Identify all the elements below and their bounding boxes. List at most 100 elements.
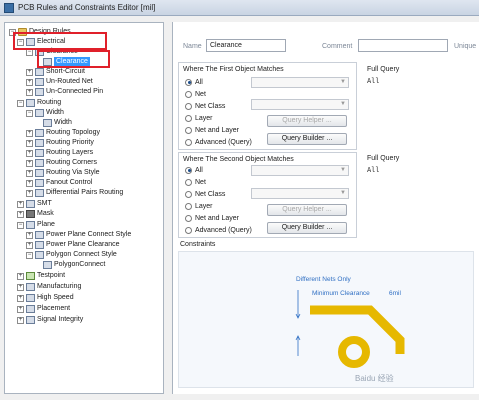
expand-icon[interactable]: + (17, 283, 24, 291)
first-combo-1[interactable]: ▼ (251, 77, 349, 88)
first-query-builder-button[interactable]: Query Builder ... (267, 133, 347, 145)
first-radio-advanced[interactable]: Advanced (Query) (185, 137, 252, 147)
expand-icon[interactable]: + (26, 241, 33, 249)
rule-icon (35, 231, 44, 239)
first-match-title: Where The First Object Matches (183, 66, 284, 73)
first-radio-layer[interactable]: Layer (185, 113, 213, 123)
first-radio-net-class[interactable]: Net Class (185, 101, 225, 111)
second-query-helper-button[interactable]: Query Helper ... (267, 204, 347, 216)
tree-item-differential-pairs-routing[interactable]: + Differential Pairs Routing (26, 188, 123, 198)
chevron-down-icon: ▼ (340, 79, 346, 85)
radio-icon[interactable] (185, 78, 192, 86)
rule-icon (35, 109, 44, 117)
expand-icon[interactable]: + (17, 200, 24, 208)
tree-item-routing-priority[interactable]: + Routing Priority (26, 138, 94, 148)
tree-item-smt[interactable]: + SMT (17, 199, 52, 209)
tree-item-manufacturing[interactable]: + Manufacturing (17, 282, 81, 292)
name-label: Name (183, 43, 202, 50)
tree-item-fanout-control[interactable]: + Fanout Control (26, 178, 92, 188)
clearance-diagram (295, 290, 405, 368)
smt-icon (26, 200, 35, 208)
radio-icon[interactable] (185, 178, 192, 186)
expand-icon[interactable]: + (26, 169, 33, 177)
collapse-icon[interactable]: − (17, 221, 24, 229)
first-combo-2[interactable]: ▼ (251, 99, 349, 110)
expand-icon[interactable]: + (26, 231, 33, 239)
comment-input[interactable] (358, 39, 448, 52)
tree-item-routing-layers[interactable]: + Routing Layers (26, 148, 93, 158)
radio-icon[interactable] (185, 190, 192, 198)
tree-item-polygonconnect[interactable]: PolygonConnect (43, 260, 105, 270)
tree-item-mask[interactable]: + Mask (17, 209, 54, 219)
expand-icon[interactable]: + (17, 294, 24, 302)
tree-item-power-plane-clearance[interactable]: + Power Plane Clearance (26, 240, 120, 250)
first-radio-net-and-layer[interactable]: Net and Layer (185, 125, 239, 135)
second-combo-1[interactable]: ▼ (251, 165, 349, 176)
rule-icon (35, 129, 44, 137)
first-full-query-label: Full Query (367, 66, 400, 73)
radio-icon[interactable] (185, 114, 192, 122)
rule-icon (35, 251, 44, 259)
expand-icon[interactable]: + (26, 189, 33, 197)
expand-icon[interactable]: + (26, 149, 33, 157)
tree-item-power-plane-connect-style[interactable]: + Power Plane Connect Style (26, 230, 131, 240)
second-radio-advanced[interactable]: Advanced (Query) (185, 225, 252, 235)
radio-icon[interactable] (185, 166, 192, 174)
app-icon (4, 2, 14, 13)
collapse-icon[interactable]: − (26, 251, 33, 259)
radio-icon[interactable] (185, 102, 192, 110)
radio-icon[interactable] (185, 226, 192, 234)
first-radio-all[interactable]: All (185, 77, 203, 87)
expand-icon[interactable]: + (17, 272, 24, 280)
tree-item-polygon-connect-style[interactable]: − Polygon Connect Style (26, 250, 117, 260)
expand-icon[interactable]: + (17, 305, 24, 313)
first-query-helper-button[interactable]: Query Helper ... (267, 115, 347, 127)
signal-integrity-icon (26, 316, 35, 324)
tree-item-un-routed-net[interactable]: + Un-Routed Net (26, 77, 93, 87)
tree-item-placement[interactable]: + Placement (17, 304, 70, 314)
tree-item-routing-corners[interactable]: + Routing Corners (26, 158, 97, 168)
tree-item-testpoint[interactable]: + Testpoint (17, 271, 65, 281)
radio-icon[interactable] (185, 202, 192, 210)
tree-item-signal-integrity[interactable]: + Signal Integrity (17, 315, 83, 325)
expand-icon[interactable]: + (26, 139, 33, 147)
rule-icon (35, 149, 44, 157)
tree-item-high-speed[interactable]: + High Speed (17, 293, 74, 303)
radio-icon[interactable] (185, 90, 192, 98)
second-full-query-text: All (367, 166, 380, 174)
constraints-title: Constraints (180, 241, 216, 248)
radio-icon[interactable] (185, 138, 192, 146)
tree-item-plane[interactable]: − Plane (17, 220, 55, 230)
radio-icon[interactable] (185, 126, 192, 134)
tree-item-un-connected-pin[interactable]: + Un-Connected Pin (26, 87, 103, 97)
tree-item-routing-via-style[interactable]: + Routing Via Style (26, 168, 100, 178)
second-radio-net-and-layer[interactable]: Net and Layer (185, 213, 239, 223)
tree-item-short-circuit[interactable]: + Short-Circuit (26, 67, 85, 77)
expand-icon[interactable]: + (26, 129, 33, 137)
first-radio-net[interactable]: Net (185, 89, 206, 99)
tree-item-width-rule[interactable]: Width (43, 118, 72, 128)
expand-icon[interactable]: + (26, 159, 33, 167)
expand-icon[interactable]: + (17, 210, 24, 218)
tree-item-routing-topology[interactable]: + Routing Topology (26, 128, 100, 138)
rules-tree[interactable]: − Design Rules − Electrical − Clearance … (4, 22, 164, 394)
second-radio-net[interactable]: Net (185, 177, 206, 187)
expand-icon[interactable]: + (26, 179, 33, 187)
expand-icon[interactable]: + (26, 68, 33, 76)
second-radio-layer[interactable]: Layer (185, 201, 213, 211)
comment-label: Comment (322, 43, 353, 50)
expand-icon[interactable]: + (17, 316, 24, 324)
second-radio-all[interactable]: All (185, 165, 203, 175)
tree-item-width[interactable]: − Width (26, 108, 64, 118)
tree-item-routing[interactable]: − Routing (17, 98, 61, 108)
collapse-icon[interactable]: − (17, 99, 24, 107)
collapse-icon[interactable]: − (26, 109, 33, 117)
second-radio-net-class[interactable]: Net Class (185, 189, 225, 199)
second-combo-2[interactable]: ▼ (251, 188, 349, 199)
radio-icon[interactable] (185, 214, 192, 222)
second-query-builder-button[interactable]: Query Builder ... (267, 222, 347, 234)
expand-icon[interactable]: + (26, 78, 33, 86)
name-input[interactable]: Clearance (206, 39, 286, 52)
expand-icon[interactable]: + (26, 88, 33, 96)
second-match-section: Where The Second Object Matches All Net … (178, 152, 357, 238)
